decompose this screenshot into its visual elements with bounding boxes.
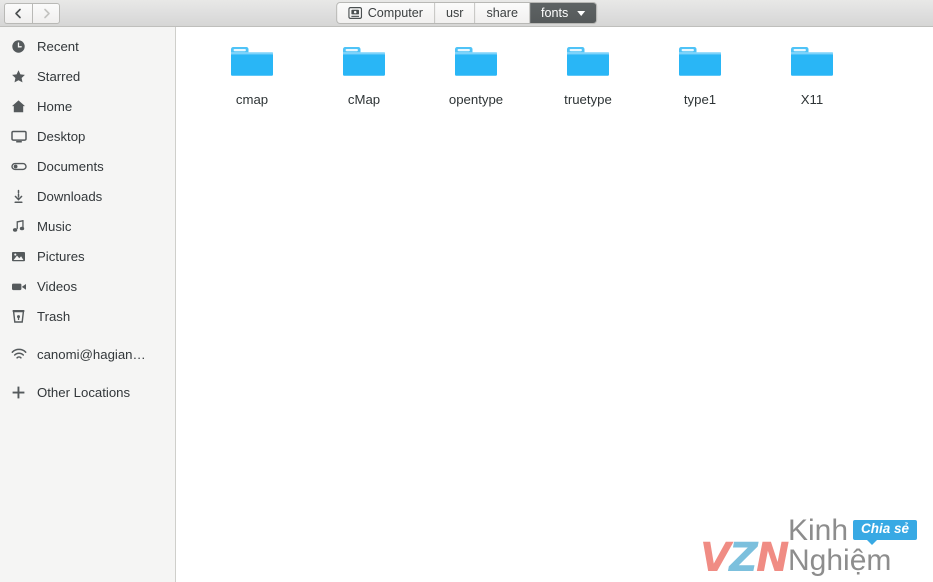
sidebar-item-videos[interactable]: Videos [0, 271, 175, 301]
home-icon [10, 98, 27, 115]
sidebar-item-pictures[interactable]: Pictures [0, 241, 175, 271]
breadcrumb-label: fonts [541, 6, 569, 20]
plus-icon [10, 384, 27, 401]
sidebar-item-downloads[interactable]: Downloads [0, 181, 175, 211]
star-icon [10, 68, 27, 85]
chevron-down-icon[interactable] [577, 10, 586, 16]
sidebar-item-trash[interactable]: Trash [0, 301, 175, 331]
desktop-icon [10, 128, 27, 145]
window-body: Recent Starred Home Desktop Documents Do… [0, 27, 933, 582]
file-name-label: cmap [235, 92, 269, 107]
music-note-icon [10, 218, 27, 235]
navigation-buttons [4, 2, 60, 24]
drive-icon [347, 7, 362, 20]
file-name-label: opentype [448, 92, 504, 107]
sidebar-item-label: Music [37, 218, 72, 234]
breadcrumb-computer[interactable]: Computer [336, 3, 435, 23]
folder-icon [229, 43, 275, 83]
watermark-logo: VZN [700, 535, 790, 581]
watermark: VZN Kinh Nghiệm Chia sẻ [700, 514, 925, 581]
clock-icon [10, 38, 27, 55]
folder-icon [565, 43, 611, 83]
documents-icon [10, 158, 27, 175]
sidebar-item-network-share[interactable]: canomi@hagian… [0, 339, 175, 369]
sidebar-item-starred[interactable]: Starred [0, 61, 175, 91]
sidebar-item-recent[interactable]: Recent [0, 31, 175, 61]
header-bar: Computer usr share fonts [0, 0, 933, 27]
chevron-left-icon [15, 8, 21, 18]
watermark-logo-z: Z [728, 535, 758, 581]
file-name-label: X11 [800, 92, 824, 107]
sidebar-item-documents[interactable]: Documents [0, 151, 175, 181]
icon-grid: cmap cMap opentype truetype type1 X11 [176, 27, 933, 107]
breadcrumb-fonts[interactable]: fonts [530, 3, 597, 23]
sidebar-item-label: Videos [37, 278, 78, 294]
file-item[interactable]: cmap [196, 41, 308, 107]
chevron-right-icon [43, 8, 50, 18]
file-item[interactable]: cMap [308, 41, 420, 107]
file-name-label: truetype [564, 92, 612, 107]
sidebar-item-music[interactable]: Music [0, 211, 175, 241]
folder-icon [453, 43, 499, 83]
watermark-badge: Chia sẻ [852, 520, 917, 545]
file-list-view[interactable]: cmap cMap opentype truetype type1 X11 VZ… [176, 27, 933, 582]
breadcrumb-usr[interactable]: usr [434, 3, 476, 23]
file-item[interactable]: truetype [532, 41, 644, 107]
file-item[interactable]: X11 [756, 41, 868, 107]
breadcrumb-label: usr [445, 6, 464, 20]
sidebar-item-label: Downloads [37, 188, 103, 204]
watermark-logo-v: V [700, 535, 731, 581]
file-item[interactable]: type1 [644, 41, 756, 107]
download-icon [10, 188, 27, 205]
file-name-label: cMap [347, 92, 381, 107]
sidebar: Recent Starred Home Desktop Documents Do… [0, 27, 176, 582]
sidebar-item-label: Trash [37, 308, 71, 324]
watermark-text: Kinh Nghiệm [788, 514, 892, 577]
sidebar-item-label: Other Locations [37, 384, 131, 400]
path-breadcrumb-bar: Computer usr share fonts [335, 2, 598, 24]
sidebar-item-label: Desktop [37, 128, 86, 144]
sidebar-item-home[interactable]: Home [0, 91, 175, 121]
folder-icon [341, 43, 387, 83]
breadcrumb-share[interactable]: share [475, 3, 530, 23]
watermark-logo-n: N [755, 535, 790, 581]
video-camera-icon [10, 278, 27, 295]
sidebar-item-desktop[interactable]: Desktop [0, 121, 175, 151]
breadcrumb-label: share [486, 6, 518, 20]
sidebar-item-label: Documents [37, 158, 104, 174]
sidebar-item-label: Pictures [37, 248, 85, 264]
image-icon [10, 248, 27, 265]
sidebar-item-other-locations[interactable]: Other Locations [0, 377, 175, 407]
file-item[interactable]: opentype [420, 41, 532, 107]
sidebar-item-label: Recent [37, 38, 79, 54]
trash-icon [10, 308, 27, 325]
folder-icon [789, 43, 835, 83]
forward-button[interactable] [32, 2, 60, 24]
network-wifi-icon [10, 346, 27, 363]
file-name-label: type1 [683, 92, 717, 107]
sidebar-item-label: Starred [37, 68, 81, 84]
breadcrumb-label: Computer [367, 6, 423, 20]
back-button[interactable] [4, 2, 32, 24]
file-manager-window: Computer usr share fonts Recent Starred … [0, 0, 933, 582]
folder-icon [677, 43, 723, 83]
sidebar-item-label: canomi@hagian… [37, 346, 146, 362]
sidebar-item-label: Home [37, 98, 73, 114]
